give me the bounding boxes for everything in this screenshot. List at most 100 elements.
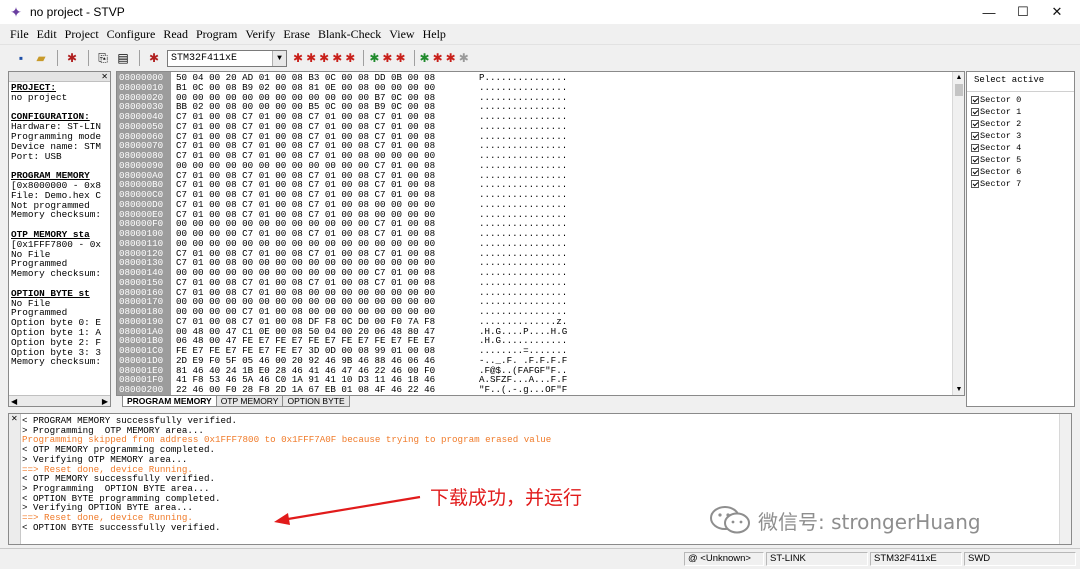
title-bar: ✦ no project - STVP — ☐ ✕ xyxy=(0,0,1080,24)
hex-address: 08000200 xyxy=(119,384,164,395)
sector-panel-title: Select active xyxy=(967,72,1074,92)
close-panel-icon[interactable]: ✕ xyxy=(101,72,108,81)
checkbox-checked-icon[interactable] xyxy=(971,120,979,128)
scroll-right-icon[interactable]: ▶ xyxy=(102,397,108,406)
read-current-tab-icon[interactable]: ✱ xyxy=(293,51,303,65)
blank-check-icon[interactable]: ✱ xyxy=(395,51,405,65)
project-info-text: PROJECT: no project CONFIGURATION: Hardware… xyxy=(9,82,110,368)
status-programmer: ST-LINK xyxy=(766,552,868,566)
erase-icon[interactable]: ✱ xyxy=(382,51,392,65)
sector-list: Sector 0 Sector 1 Sector 2 Sector 3 Sector 4… xyxy=(967,92,1074,190)
scroll-left-icon[interactable]: ◀ xyxy=(11,397,17,406)
sector-checkbox-item[interactable]: Sector 4 xyxy=(967,142,1074,154)
program-all-tabs-icon[interactable]: ✱ xyxy=(332,51,342,65)
memory-hex-view[interactable]: 08000000 50 04 00 20 AD 01 00 08 B3 0C 00… xyxy=(116,71,965,396)
toolbar-separator xyxy=(413,50,415,66)
tab-program-memory[interactable]: PROGRAM MEMORY xyxy=(122,396,217,407)
verify-all-tabs-icon[interactable]: ✱ xyxy=(369,51,379,65)
reset-icon[interactable]: ✱ xyxy=(446,51,456,65)
checkbox-checked-icon[interactable] xyxy=(971,108,979,116)
checkbox-checked-icon[interactable] xyxy=(971,156,979,164)
info-line: no project xyxy=(11,91,68,103)
scroll-thumb[interactable] xyxy=(955,84,963,96)
tab-option-byte[interactable]: OPTION BYTE xyxy=(282,396,350,407)
menu-configure[interactable]: Configure xyxy=(107,27,156,42)
sector-label: Sector 1 xyxy=(980,107,1022,117)
close-log-icon[interactable]: ✕ xyxy=(9,414,20,423)
device-select[interactable]: STM32F411xE ▼ xyxy=(167,49,287,67)
menu-help[interactable]: Help xyxy=(423,27,446,42)
menu-view[interactable]: View xyxy=(389,27,414,42)
menu-program[interactable]: Program xyxy=(196,27,237,42)
chevron-down-icon[interactable]: ▼ xyxy=(272,50,286,66)
checkbox-checked-icon[interactable] xyxy=(971,132,979,140)
vertical-scrollbar[interactable]: ▲ ▼ xyxy=(952,72,964,395)
sector-checkbox-item[interactable]: Sector 0 xyxy=(967,94,1074,106)
open-icon[interactable]: ▰ xyxy=(32,49,50,67)
stvp-app-icon: ✦ xyxy=(10,4,22,20)
connect-icon[interactable]: ✱ xyxy=(145,49,163,67)
sector-label: Sector 5 xyxy=(980,155,1022,165)
checkbox-checked-icon[interactable] xyxy=(971,144,979,152)
paste-icon[interactable]: ▤ xyxy=(114,49,132,67)
watermark-text: 微信号: strongerHuang xyxy=(758,509,981,534)
info-line: Memory checksum: xyxy=(11,268,102,280)
window-title: no project - STVP xyxy=(30,5,125,19)
checkbox-checked-icon[interactable] xyxy=(971,96,979,104)
menu-erase[interactable]: Erase xyxy=(283,27,310,42)
toolbar-separator xyxy=(57,50,58,66)
read-all-icon[interactable]: ✱ xyxy=(63,49,81,67)
sector-select-panel: Select active Sector 0 Sector 1 Sector 2 Se… xyxy=(966,71,1075,407)
menu-blank-check[interactable]: Blank-Check xyxy=(318,27,381,42)
toolbar-separator xyxy=(139,50,140,66)
hex-ascii: "F..(.-.g...OF"F xyxy=(479,384,568,395)
close-button[interactable]: ✕ xyxy=(1034,0,1080,24)
log-gutter: ✕ xyxy=(9,414,21,544)
menu-bar: File Edit Project Configure Read Program… xyxy=(0,25,1080,45)
horizontal-scrollbar[interactable]: ◀ ▶ xyxy=(9,395,110,406)
sector-checkbox-item[interactable]: Sector 1 xyxy=(967,106,1074,118)
program-current-tab-icon[interactable]: ✱ xyxy=(319,51,329,65)
read-all-tabs-icon[interactable]: ✱ xyxy=(306,51,316,65)
verify-current-tab-icon[interactable]: ✱ xyxy=(345,51,355,65)
sector-checkbox-item[interactable]: Sector 2 xyxy=(967,118,1074,130)
scroll-down-icon[interactable]: ▼ xyxy=(953,384,964,395)
panel-header: ✕ xyxy=(9,72,110,82)
sector-label: Sector 6 xyxy=(980,167,1022,177)
sector-checkbox-item[interactable]: Sector 5 xyxy=(967,154,1074,166)
hex-bytes: 22 46 00 F0 28 F8 2D 1A 67 EB 01 08 4F 4… xyxy=(176,384,436,395)
sector-checkbox-item[interactable]: Sector 6 xyxy=(967,166,1074,178)
stop-icon[interactable]: ✱ xyxy=(433,51,443,65)
memory-tabs: PROGRAM MEMORY OTP MEMORY OPTION BYTE xyxy=(116,396,965,407)
log-scrollbar[interactable] xyxy=(1059,414,1071,544)
checkbox-checked-icon[interactable] xyxy=(971,168,979,176)
sector-label: Sector 4 xyxy=(980,143,1022,153)
sector-checkbox-item[interactable]: Sector 3 xyxy=(967,130,1074,142)
scroll-up-icon[interactable]: ▲ xyxy=(953,72,964,83)
info-line: Port: USB xyxy=(11,150,62,162)
wechat-icon xyxy=(710,506,750,534)
info-line: Memory checksum: xyxy=(11,356,102,368)
menu-verify[interactable]: Verify xyxy=(245,27,275,42)
status-bar: @ <Unknown> ST-LINK STM32F411xE SWD xyxy=(0,548,1080,569)
toolbar-separator xyxy=(363,50,365,66)
tab-otp-memory[interactable]: OTP MEMORY xyxy=(215,396,284,407)
copy-icon[interactable]: ⎘ xyxy=(94,49,112,67)
info-line: Memory checksum: xyxy=(11,209,102,221)
stvp-window: ✦ no project - STVP — ☐ ✕ File Edit Proj… xyxy=(0,0,1080,569)
disabled-tool-icon: ✱ xyxy=(458,51,469,65)
checkbox-checked-icon[interactable] xyxy=(971,180,979,188)
annotation-text: 下载成功，并运行 xyxy=(430,487,583,509)
menu-read[interactable]: Read xyxy=(163,27,188,42)
wechat-watermark: 微信号: strongerHuang xyxy=(708,505,981,535)
hex-row[interactable]: 08000200 22 46 00 F0 28 F8 2D 1A 67 EB 01… xyxy=(117,385,917,395)
menu-file[interactable]: File xyxy=(10,27,29,42)
save-icon[interactable]: ▪ xyxy=(12,49,30,67)
sector-checkbox-item[interactable]: Sector 7 xyxy=(967,178,1074,190)
menu-project[interactable]: Project xyxy=(65,27,99,42)
sector-label: Sector 3 xyxy=(980,131,1022,141)
run-icon[interactable]: ✱ xyxy=(420,51,430,65)
sector-label: Sector 0 xyxy=(980,95,1022,105)
menu-edit[interactable]: Edit xyxy=(37,27,57,42)
sector-label: Sector 7 xyxy=(980,179,1022,189)
